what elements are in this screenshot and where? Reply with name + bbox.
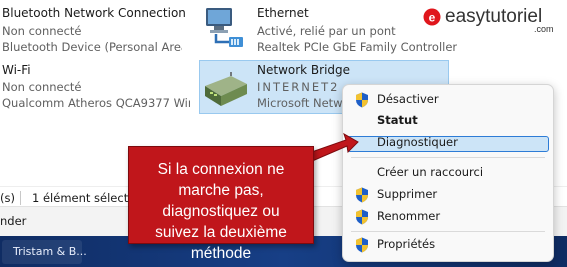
- menu-item-renommer[interactable]: Renommer: [377, 209, 440, 223]
- connection-device-bluetooth: Bluetooth Device (Personal Area ...: [2, 40, 182, 54]
- taskbar-app-label: Tristam & B...: [13, 245, 87, 258]
- callout-text: Si la connexion ne marche pas, diagnosti…: [155, 161, 287, 262]
- menu-separator: [351, 157, 545, 158]
- connection-title-wifi[interactable]: Wi-Fi: [2, 63, 31, 77]
- shield-icon: [356, 209, 368, 225]
- context-menu: Désactiver Statut Diagnostiquer Créer un…: [342, 84, 554, 262]
- menu-item-statut[interactable]: Statut: [377, 113, 418, 127]
- easytutoriel-logo: e easytutoriel .com: [420, 2, 565, 38]
- window-partial-label: nder: [0, 214, 27, 228]
- connection-device-bridge: Microsoft Netwo: [257, 96, 347, 110]
- shield-icon: [356, 187, 368, 203]
- callout-box: Si la connexion ne marche pas, diagnosti…: [128, 146, 314, 262]
- menu-separator: [351, 231, 545, 232]
- connection-status-wifi: Non connecté: [2, 80, 82, 94]
- menu-item-creer-raccourci[interactable]: Créer un raccourci: [377, 165, 483, 179]
- menu-item-diagnostiquer[interactable]: Diagnostiquer: [377, 135, 458, 149]
- logo-text: easytutoriel: [445, 6, 543, 27]
- connection-title-bluetooth[interactable]: Bluetooth Network Connection: [2, 6, 186, 20]
- status-item-count: (s): [0, 191, 15, 205]
- connection-device-wifi: Qualcomm Atheros QCA9377 Wir...: [2, 96, 190, 110]
- menu-item-desactiver[interactable]: Désactiver: [377, 92, 439, 106]
- menu-item-supprimer[interactable]: Supprimer: [377, 187, 437, 201]
- connection-title-ethernet[interactable]: Ethernet: [257, 6, 309, 20]
- network-bridge-icon: [205, 72, 247, 106]
- ethernet-network-icon: [206, 8, 243, 47]
- logo-suffix: .com: [534, 24, 554, 34]
- svg-text:e: e: [429, 11, 436, 25]
- shield-icon: [356, 92, 368, 108]
- shield-icon: [356, 237, 368, 253]
- connection-status-bluetooth: Non connecté: [2, 24, 82, 38]
- logo-circle-icon: e: [423, 8, 441, 26]
- menu-item-proprietes[interactable]: Propriétés: [377, 237, 435, 251]
- status-separator: [20, 191, 21, 205]
- connection-status-bridge: INTERNET2: [257, 80, 340, 94]
- connection-status-ethernet: Activé, relié par un pont: [257, 24, 396, 38]
- connection-device-ethernet: Realtek PCIe GbE Family Controller: [257, 40, 458, 54]
- connection-title-bridge[interactable]: Network Bridge: [257, 63, 350, 77]
